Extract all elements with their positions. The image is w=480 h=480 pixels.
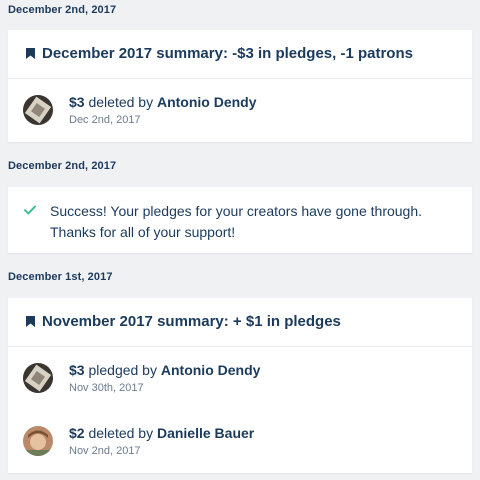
patron-name[interactable]: Danielle Bauer [157,425,254,441]
summary-card: November 2017 summary: + $1 in pledges $… [8,298,472,473]
pledge-amount: $2 [69,425,85,441]
success-message: Success! Your pledges for your creators … [50,203,423,240]
section-date: December 1st, 2017 [8,271,113,283]
checkmark-icon [24,205,36,215]
avatar[interactable] [23,95,53,125]
patron-name[interactable]: Antonio Dendy [157,94,257,110]
patron-name[interactable]: Antonio Dendy [161,362,261,378]
bookmark-icon [26,316,35,327]
activity-item: $2 deleted by Danielle Bauer Nov 2nd, 20… [8,409,472,471]
activity-text: $3 deleted by Antonio Dendy [69,94,257,110]
activity-action: pledged by [88,362,157,378]
section-date: December 2nd, 2017 [8,4,117,16]
summary-title: November 2017 summary: + $1 in pledges [42,313,341,330]
activity-action: deleted by [88,425,154,441]
pledge-amount: $3 [69,362,85,378]
section-date: December 2nd, 2017 [8,160,117,172]
activity-date: Nov 30th, 2017 [69,382,144,394]
activity-date: Dec 2nd, 2017 [69,114,141,126]
activity-item: $3 pledged by Antonio Dendy Nov 30th, 20… [8,346,472,408]
summary-header[interactable]: December 2017 summary: -$3 in pledges, -… [8,30,472,79]
success-card: Success! Your pledges for your creators … [8,187,472,253]
avatar[interactable] [23,363,53,393]
activity-text: $3 pledged by Antonio Dendy [69,362,260,378]
summary-header[interactable]: November 2017 summary: + $1 in pledges [8,298,472,347]
pledge-amount: $3 [69,94,85,110]
activity-date: Nov 2nd, 2017 [69,445,141,457]
bookmark-icon [26,48,35,59]
summary-title: December 2017 summary: -$3 in pledges, -… [42,45,413,62]
summary-card: December 2017 summary: -$3 in pledges, -… [8,30,472,142]
activity-item: $3 deleted by Antonio Dendy Dec 2nd, 201… [8,78,472,140]
activity-action: deleted by [88,94,154,110]
avatar[interactable] [23,426,53,456]
activity-text: $2 deleted by Danielle Bauer [69,425,254,441]
